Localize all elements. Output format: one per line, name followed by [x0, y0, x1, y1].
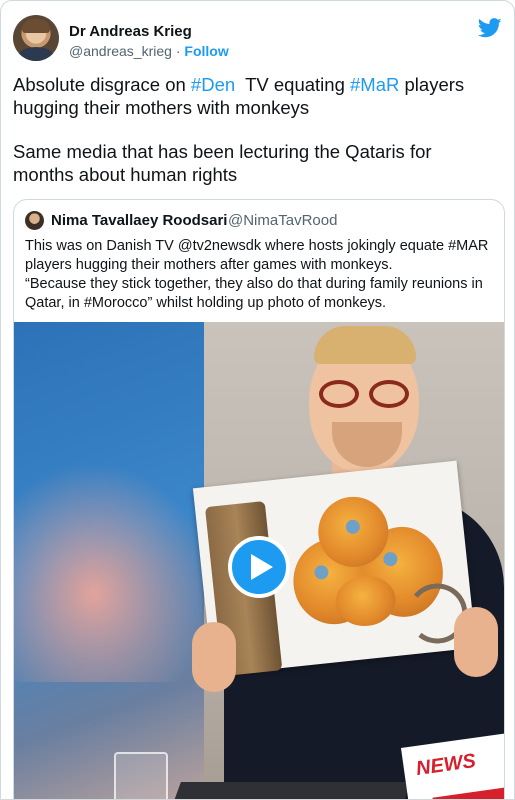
play-icon	[251, 554, 273, 580]
quoted-author-handle[interactable]: @NimaTavRood	[228, 212, 337, 229]
avatar-shirt	[18, 47, 54, 61]
studio-desk	[167, 782, 411, 799]
tweet-text-part: TV equating	[235, 74, 351, 95]
hashtag-mar[interactable]: #MaR	[350, 74, 399, 95]
author-handle[interactable]: @andreas_krieg	[69, 43, 172, 59]
host-hand-left	[192, 622, 236, 692]
host-hand-right	[454, 607, 498, 677]
video-thumbnail[interactable]: NEWS	[14, 322, 504, 799]
host-glasses	[319, 380, 415, 410]
quoted-line-3: “Because they stick together, they also …	[25, 276, 483, 292]
author-meta: @andreas_krieg · Follow	[69, 43, 229, 59]
quoted-tweet-text: This was on Danish TV @tv2newsdk where h…	[25, 237, 495, 313]
meta-separator: ·	[175, 43, 181, 59]
follow-button[interactable]: Follow	[184, 43, 228, 59]
tweet-header: Dr Andreas Krieg @andreas_krieg · Follow	[13, 15, 502, 65]
quoted-author-avatar[interactable]	[25, 211, 44, 230]
tweet-paragraph-1: Absolute disgrace on #Den TV equating #M…	[13, 73, 493, 119]
quoted-line-4: Qatar, in #Morocco” whilst holding up ph…	[25, 295, 387, 311]
glasses-lens-left	[319, 380, 359, 408]
avatar-hair	[22, 19, 50, 33]
tweet-text: Absolute disgrace on #Den TV equating #M…	[13, 73, 493, 207]
water-glass	[114, 752, 168, 799]
quoted-line-1: This was on Danish TV @tv2newsdk where h…	[25, 238, 489, 254]
quoted-author-name[interactable]: Nima Tavallaey Roodsari	[51, 212, 227, 229]
play-button[interactable]	[228, 536, 290, 598]
author-name[interactable]: Dr Andreas Krieg	[69, 23, 192, 40]
quoted-line-2: players hugging their mothers after game…	[25, 257, 393, 273]
tweet-card: Dr Andreas Krieg @andreas_krieg · Follow…	[0, 0, 515, 800]
hashtag-den[interactable]: #Den	[191, 74, 235, 95]
author-avatar[interactable]	[13, 15, 59, 61]
tweet-paragraph-2: Same media that has been lecturing the Q…	[13, 141, 432, 185]
host-hair	[314, 326, 416, 364]
glasses-lens-right	[369, 380, 409, 408]
tweet-text-part: Absolute disgrace on	[13, 74, 191, 95]
twitter-bird-icon[interactable]	[478, 17, 502, 39]
quoted-tweet[interactable]: Nima Tavallaey Roodsari @NimaTavRood Thi…	[13, 199, 505, 799]
background-highlight	[14, 462, 214, 682]
